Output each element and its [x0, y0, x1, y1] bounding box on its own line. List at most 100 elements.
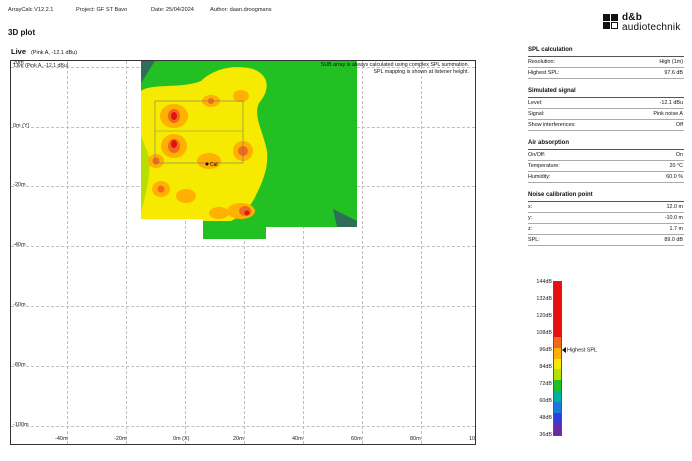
brand-logo: d&b audiotechnik	[603, 12, 685, 34]
app-version: ArrayCalc V12.2.1	[8, 7, 54, 13]
y-tick: -20m	[13, 182, 26, 188]
scale-segment	[554, 380, 561, 392]
cal-marker: Cal	[210, 162, 218, 168]
scale-tick: 96dB	[539, 347, 552, 353]
x-tick: 40m	[292, 436, 303, 442]
spl-legend: Highest SPL 144dB 132dB 120dB 108dB 96dB 84dB…	[533, 279, 597, 441]
row-label: Humidity:	[528, 174, 551, 181]
page-title: 3D plot	[8, 28, 36, 37]
row-value: -10.0 m	[664, 215, 683, 222]
row-label: On/Off:	[528, 152, 546, 159]
scale-tick: 108dB	[536, 330, 552, 336]
panel-title: Air absorption	[528, 139, 684, 150]
y-tick: -80m	[13, 362, 26, 368]
scale-tick: 84dB	[539, 364, 552, 370]
panel-spl-calculation: SPL calculation Resolution: High (1m) Highe…	[528, 46, 684, 79]
scale-tick: 144dB	[536, 279, 552, 285]
spl-heatmap: Cal	[141, 61, 357, 239]
x-tick: 60m	[351, 436, 362, 442]
scale-segment	[554, 325, 561, 338]
scale-segment	[554, 282, 561, 294]
row-label: Level:	[528, 100, 543, 107]
scale-tick: 60dB	[539, 398, 552, 404]
sub-array-note: SUB array is always calculated using com…	[320, 62, 469, 68]
row-value: High (1m)	[659, 59, 683, 66]
x-tick: 0m (X)	[173, 436, 190, 442]
live-signal: (Pink A, -12.1 dBu)	[30, 50, 78, 56]
panel-row: Show interferences: Off	[528, 120, 684, 131]
row-label: Resolution:	[528, 59, 555, 66]
scale-segment	[554, 347, 561, 359]
panel-row: Temperature: 20 °C	[528, 161, 684, 172]
report-date: Date: 25/04/2024	[151, 7, 194, 13]
scale-tick: 132dB	[536, 296, 552, 302]
panel-title: Noise calibration point	[528, 191, 684, 202]
scale-tick: 120dB	[536, 313, 552, 319]
y-tick: 20m	[13, 60, 24, 66]
row-value: 1.7 m	[669, 226, 683, 233]
x-tick: -20m	[114, 436, 127, 442]
row-value: 20 °C	[669, 163, 683, 170]
row-value: 89.0 dB	[664, 237, 683, 244]
row-label: Highest SPL:	[528, 70, 560, 77]
row-value: 97.6 dB	[664, 70, 683, 77]
panel-simulated-signal: Simulated signal Level: -12.1 dBu Signal: Pi…	[528, 87, 684, 131]
y-tick: -100m	[13, 422, 29, 428]
scale-segment	[554, 358, 561, 370]
panel-air-absorption: Air absorption On/Off: On Temperature: 20 °C…	[528, 139, 684, 183]
arrow-left-icon	[562, 347, 566, 353]
scale-segment	[554, 292, 561, 305]
scale-segment	[554, 413, 561, 425]
scale-segment	[554, 369, 561, 381]
row-value: On	[675, 152, 683, 159]
panel-row: SPL: 89.0 dB	[528, 235, 684, 246]
project-name: Project: GF ST Bavo	[76, 7, 128, 13]
x-tick: 80m	[410, 436, 421, 442]
panel-row: z: 1.7 m	[528, 224, 684, 235]
live-label: Live	[11, 47, 27, 56]
panel-title: SPL calculation	[528, 46, 684, 57]
scale-segment	[554, 303, 561, 316]
panel-row: y: -10.0 m	[528, 213, 684, 224]
x-tick: -40m	[55, 436, 68, 442]
row-label: y:	[528, 215, 533, 222]
y-tick: -60m	[13, 302, 26, 308]
panel-row: Resolution: High (1m)	[528, 57, 684, 68]
row-label: Temperature:	[528, 163, 560, 170]
panel-noise-calibration-point: Noise calibration point x: 12.0 m y: -10.0 m…	[528, 191, 684, 246]
plot-caption: Live (Pink A, -12.1 dBu)	[11, 47, 77, 56]
row-label: Signal:	[528, 111, 545, 118]
scale-segment	[554, 336, 561, 349]
row-label: Show interferences:	[528, 122, 576, 129]
x-tick: 20m	[233, 436, 244, 442]
spl-plot[interactable]: Cal Live (Pink A, -12.1 dBu) SUB array i…	[10, 60, 476, 445]
y-tick: -40m	[13, 242, 26, 248]
y-tick: 0m (Y)	[13, 123, 30, 129]
row-label: z:	[528, 226, 533, 233]
row-value: 12.0 m	[666, 204, 683, 211]
panel-row: x: 12.0 m	[528, 202, 684, 213]
panel-title: Simulated signal	[528, 87, 684, 98]
x-tick: 10	[469, 436, 476, 442]
panel-row: Humidity: 60.0 %	[528, 172, 684, 183]
mapping-note: SPL mapping is shown at listener height.	[373, 69, 470, 75]
highest-spl-label: Highest SPL	[567, 347, 597, 354]
row-value: Pink noise A	[653, 111, 683, 118]
settings-panel: SPL calculation Resolution: High (1m) Highe…	[528, 46, 684, 254]
panel-row: Highest SPL: 97.6 dB	[528, 68, 684, 79]
row-value: -12.1 dBu	[659, 100, 683, 107]
scale-segment	[554, 391, 561, 403]
scale-segment	[554, 314, 561, 327]
report-author: Author: daan.droogmans	[210, 7, 272, 13]
spl-color-scale	[553, 281, 562, 436]
row-label: SPL:	[528, 237, 540, 244]
row-value: Off	[675, 122, 683, 129]
scale-tick: 36dB	[539, 432, 552, 438]
panel-row: Signal: Pink noise A	[528, 109, 684, 120]
row-label: x:	[528, 204, 533, 211]
row-value: 60.0 %	[666, 174, 683, 181]
brand-mark-icon	[603, 14, 619, 30]
panel-row: Level: -12.1 dBu	[528, 98, 684, 109]
scale-segment	[554, 402, 561, 414]
highest-spl-marker: Highest SPL	[562, 347, 597, 353]
